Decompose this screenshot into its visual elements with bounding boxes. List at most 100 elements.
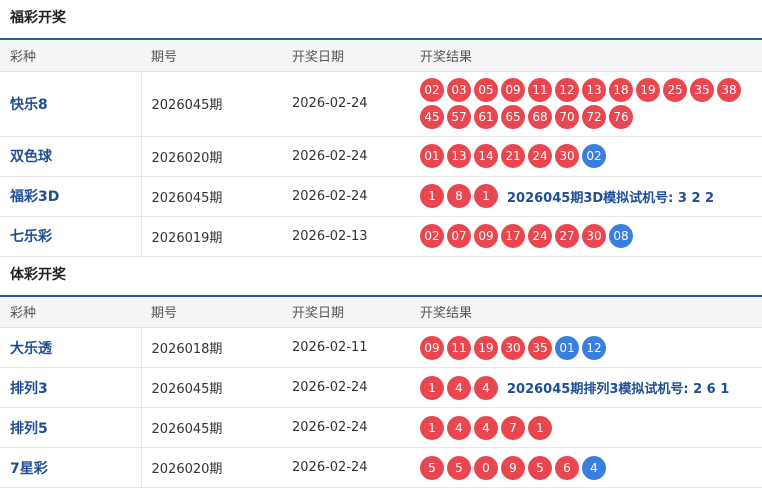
simulated-test-number: 2026045期3D模拟试机号: 3 2 2 [507,187,714,206]
results-table: 彩种期号开奖日期开奖结果大乐透2026018期2026-02-110911193… [0,295,762,488]
red-ball: 19 [636,78,660,102]
draw-result-cell: 5509564 [410,448,762,488]
red-ball: 68 [528,105,552,129]
lottery-name-link[interactable]: 排列3 [10,381,48,397]
draw-result-cell: 14471 [410,408,762,448]
issue-number: 2026045期 [141,408,282,448]
red-ball: 1 [420,184,444,208]
column-header: 期号 [141,39,282,71]
draw-date: 2026-02-24 [282,368,410,408]
red-ball: 24 [528,224,552,248]
lottery-name-cell: 福彩3D [0,176,141,216]
issue-number: 2026045期 [141,176,282,216]
section-title: 体彩开奖 [0,257,762,295]
lottery-name-link[interactable]: 大乐透 [10,341,52,357]
red-ball: 70 [555,105,579,129]
results-table: 彩种期号开奖日期开奖结果快乐82026045期2026-02-240203050… [0,38,762,257]
red-ball: 5 [420,456,444,480]
red-ball: 7 [501,416,525,440]
red-ball: 03 [447,78,471,102]
lottery-name-link[interactable]: 快乐8 [10,97,48,113]
table-row: 双色球2026020期2026-02-2401131421243002 [0,136,762,176]
red-ball: 01 [420,144,444,168]
ball-list: 1442026045期排列3模拟试机号: 2 6 1 [420,372,762,404]
red-ball: 27 [555,224,579,248]
red-ball: 65 [501,105,525,129]
red-ball: 13 [582,78,606,102]
red-ball: 4 [474,376,498,400]
table-row: 快乐82026045期2026-02-240203050911121318192… [0,71,762,136]
red-ball: 13 [447,144,471,168]
draw-result-cell: 0207091724273008 [410,216,762,256]
draw-date: 2026-02-13 [282,216,410,256]
red-ball: 38 [717,78,741,102]
red-ball: 35 [528,336,552,360]
red-ball: 45 [420,105,444,129]
lottery-name-cell: 双色球 [0,136,141,176]
red-ball: 30 [501,336,525,360]
lottery-name-cell: 七乐彩 [0,216,141,256]
draw-date: 2026-02-24 [282,136,410,176]
red-ball: 1 [420,416,444,440]
draw-result-cell: 1812026045期3D模拟试机号: 3 2 2 [410,176,762,216]
blue-ball: 02 [582,144,606,168]
column-header: 开奖日期 [282,296,410,328]
draw-date: 2026-02-11 [282,328,410,368]
blue-ball: 08 [609,224,633,248]
red-ball: 1 [528,416,552,440]
ball-list: 1812026045期3D模拟试机号: 3 2 2 [420,180,762,212]
red-ball: 02 [420,224,444,248]
table-row: 七乐彩 2026019期2026-02-13 0207091724273008 [0,216,762,256]
column-header: 彩种 [0,296,141,328]
red-ball: 4 [447,376,471,400]
lottery-name-link[interactable]: 双色球 [10,149,52,165]
simulated-test-number: 2026045期排列3模拟试机号: 2 6 1 [507,378,729,397]
table-row: 排列52026045期2026-02-2414471 [0,408,762,448]
red-ball: 14 [474,144,498,168]
lottery-results-page: 福彩开奖彩种期号开奖日期开奖结果快乐82026045期2026-02-24020… [0,0,762,488]
lottery-name-link[interactable]: 7星彩 [10,461,48,477]
draw-result-cell: 09111930350112 [410,328,762,368]
red-ball: 57 [447,105,471,129]
column-header: 开奖结果 [410,39,762,71]
lottery-name-cell: 排列5 [0,408,141,448]
ball-list: 01131421243002 [420,140,762,172]
table-row: 7星彩2026020期2026-02-245509564 [0,448,762,488]
red-ball: 5 [528,456,552,480]
red-ball: 72 [582,105,606,129]
red-ball: 09 [474,224,498,248]
red-ball: 25 [663,78,687,102]
issue-number: 2026019期 [141,216,282,256]
red-ball: 9 [501,456,525,480]
ball-list: 5509564 [420,452,762,484]
red-ball: 4 [447,416,471,440]
table-row: 排列32026045期2026-02-241442026045期排列3模拟试机号… [0,368,762,408]
ball-list: 0207091724273008 [420,220,762,252]
column-header: 开奖日期 [282,39,410,71]
red-ball: 02 [420,78,444,102]
lottery-name-link[interactable]: 七乐彩 [10,229,52,245]
red-ball: 18 [609,78,633,102]
red-ball: 1 [474,184,498,208]
issue-number: 2026045期 [141,71,282,136]
red-ball: 09 [420,336,444,360]
ball-list: 09111930350112 [420,332,762,364]
draw-date: 2026-02-24 [282,176,410,216]
column-header: 开奖结果 [410,296,762,328]
ball-list: 0203050911121318192535384557616568707276 [420,74,762,133]
issue-number: 2026045期 [141,368,282,408]
red-ball: 11 [447,336,471,360]
table-header-row: 彩种期号开奖日期开奖结果 [0,296,762,328]
red-ball: 35 [690,78,714,102]
lottery-name-link[interactable]: 排列5 [10,421,48,437]
lottery-name-cell: 快乐8 [0,71,141,136]
red-ball: 07 [447,224,471,248]
table-row: 大乐透 2026018期2026-02-11 09111930350112 [0,328,762,368]
column-header: 彩种 [0,39,141,71]
draw-date: 2026-02-24 [282,448,410,488]
red-ball: 4 [474,416,498,440]
lottery-name-link[interactable]: 福彩3D [10,189,59,205]
section-title: 福彩开奖 [0,0,762,38]
issue-number: 2026020期 [141,448,282,488]
issue-number: 2026018期 [141,328,282,368]
